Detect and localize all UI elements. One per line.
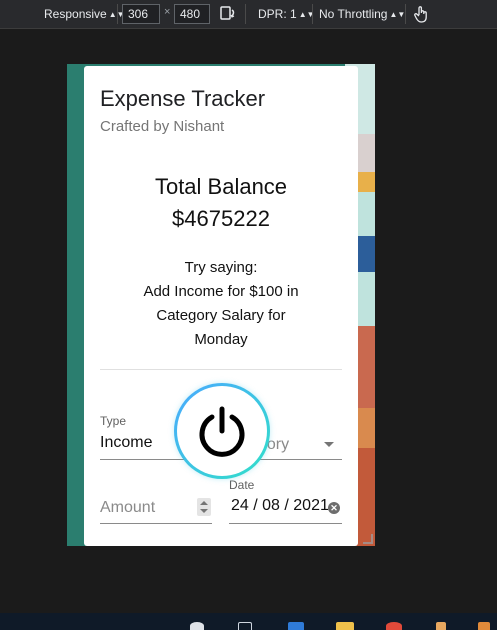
throttling-select[interactable]: No Throttling ▲▼ [319,6,405,23]
dpr-select[interactable]: DPR: 1 ▲▼ [258,6,315,23]
date-underline [229,523,342,524]
amount-input[interactable]: Amount [100,499,155,517]
app-icon[interactable] [478,622,490,630]
hint-line: Category Salary for [156,307,286,324]
browser-icon[interactable] [386,622,402,630]
separator [405,4,406,24]
height-input[interactable]: 480 [174,4,210,24]
app-title: Expense Tracker [100,86,266,111]
device-select[interactable]: Responsive▲▼ [44,6,125,23]
devtools-toolbar: Responsive▲▼ 306 × 480 DPR: 1▲▼ No Throt… [0,0,497,29]
touch-icon[interactable] [414,5,428,27]
voice-button[interactable] [174,383,270,479]
pen-icon[interactable] [436,622,446,630]
chevron-down-icon[interactable] [324,442,334,447]
separator [117,4,118,24]
date-label: Date [229,478,255,492]
os-taskbar [0,613,497,630]
hint-line: Try saying: [184,259,258,276]
app-subtitle: Crafted by Nishant [100,118,225,135]
power-icon [199,406,245,457]
hint-line: Add Income for $100 in [143,283,299,300]
date-input[interactable]: 24 / 08 / 2021 [231,497,329,515]
separator [245,4,246,24]
divider [100,369,342,370]
times-sign: × [164,6,171,18]
amount-underline [100,523,212,524]
type-label: Type [100,414,127,428]
editor-icon[interactable] [288,622,304,630]
rotate-icon[interactable] [219,5,237,25]
balance-value: $4675222 [172,206,270,231]
hint-line: Monday [194,331,248,348]
resize-handle-icon[interactable] [363,534,373,544]
clear-icon[interactable]: ✕ [328,502,340,514]
search-icon[interactable] [190,622,204,630]
separator [312,4,313,24]
folder-icon[interactable] [336,622,354,630]
stepper-icon[interactable] [197,498,211,516]
voice-hint: Try saying: Add Income for $100 in Categ… [124,256,318,352]
width-input[interactable]: 306 [122,4,160,24]
task-view-icon[interactable] [238,622,252,630]
balance-label: Total Balance [154,174,288,199]
type-select[interactable]: Income [100,434,152,452]
